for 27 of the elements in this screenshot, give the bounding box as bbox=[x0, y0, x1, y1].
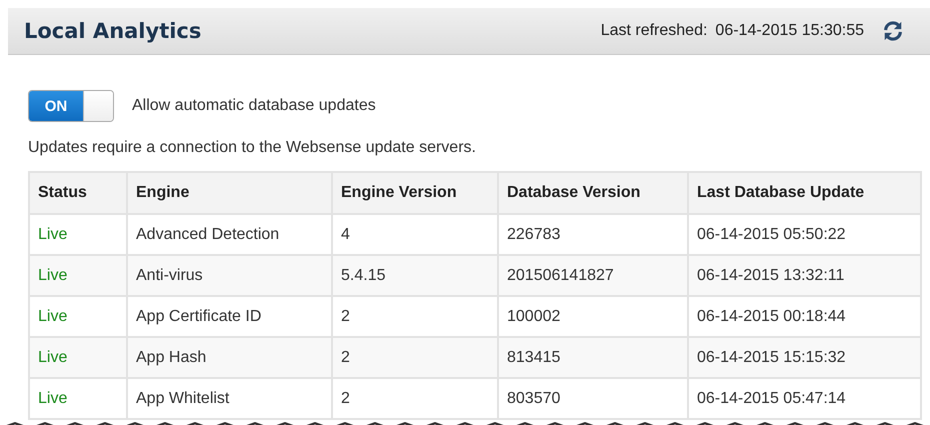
table-cell: 201506141827 bbox=[498, 255, 688, 296]
column-header: Engine bbox=[127, 172, 332, 214]
column-header: Last Database Update bbox=[688, 172, 921, 214]
table-cell: 06-14-2015 13:32:11 bbox=[688, 255, 921, 296]
toggle-switch[interactable]: ON bbox=[28, 90, 114, 122]
table-cell: 06-14-2015 05:47:14 bbox=[688, 378, 921, 419]
table-cell: 2 bbox=[332, 337, 498, 378]
column-header: Database Version bbox=[498, 172, 688, 214]
toggle-caption: Allow automatic database updates bbox=[132, 97, 376, 115]
table-cell: Anti-virus bbox=[127, 255, 332, 296]
column-header: Engine Version bbox=[332, 172, 498, 214]
status-cell: Live bbox=[29, 255, 127, 296]
refreshed-label: Last refreshed: bbox=[600, 22, 708, 40]
table-cell: App Whitelist bbox=[127, 378, 332, 419]
status-cell: Live bbox=[29, 378, 127, 419]
status-cell: Live bbox=[29, 337, 127, 378]
refresh-icon[interactable] bbox=[882, 20, 904, 42]
table-cell: 803570 bbox=[498, 378, 688, 419]
table-cell: 813415 bbox=[498, 337, 688, 378]
page-title: Local Analytics bbox=[24, 19, 202, 43]
table-cell: 2 bbox=[332, 378, 498, 419]
refreshed-time: 06-14-2015 15:30:55 bbox=[715, 22, 864, 40]
info-text: Updates require a connection to the Websense update servers. bbox=[28, 139, 477, 157]
table-cell: 06-14-2015 15:15:32 bbox=[688, 337, 921, 378]
table-cell: 5.4.15 bbox=[332, 255, 498, 296]
table-cell: App Hash bbox=[127, 337, 332, 378]
column-header: Status bbox=[29, 172, 127, 214]
